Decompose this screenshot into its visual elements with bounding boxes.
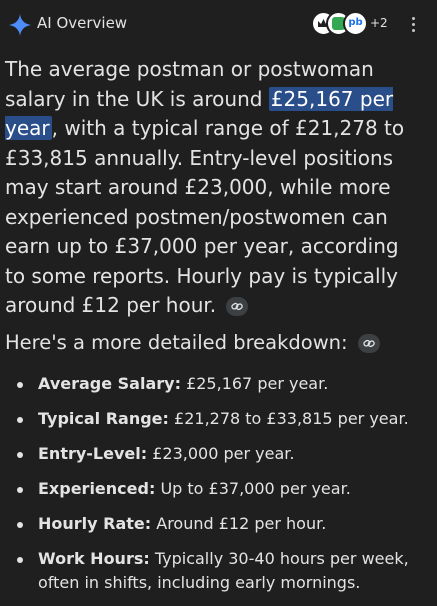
list-item-value: £21,278 to £33,815 per year. (168, 409, 409, 428)
ai-overview-title: AI Overview (37, 14, 128, 32)
summary-paragraph: The average postman or postwoman salary … (5, 55, 425, 321)
ai-overview-header: AI Overview pb +2 (0, 0, 437, 48)
summary-text-after: , with a typical range of £21,278 to £33… (5, 116, 405, 317)
list-item-label: Work Hours: (38, 549, 150, 568)
more-sources-count[interactable]: +2 (370, 16, 388, 30)
list-item: Average Salary: £25,167 per year. (0, 372, 437, 396)
source-avatar-3[interactable]: pb (343, 11, 368, 36)
list-item: Typical Range: £21,278 to £33,815 per ye… (0, 407, 437, 431)
sparkle-icon (9, 14, 31, 36)
breakdown-list: Average Salary: £25,167 per year. Typica… (0, 372, 437, 606)
list-item-label: Experienced: (38, 479, 156, 498)
list-item-label: Typical Range: (38, 409, 169, 428)
list-item-value: Around £12 per hour. (151, 514, 327, 533)
list-item: Work Hours: Typically 30-40 hours per we… (0, 547, 437, 595)
summary-link-button[interactable] (226, 297, 249, 316)
more-vert-icon[interactable] (406, 14, 420, 36)
list-item-value: Up to £37,000 per year. (155, 479, 351, 498)
list-item-label: Entry-Level: (38, 444, 148, 463)
breakdown-heading: Here's a more detailed breakdown: (5, 331, 348, 354)
source-avatar-3-label: pb (348, 17, 363, 28)
list-item-label: Hourly Rate: (38, 514, 152, 533)
link-icon (363, 339, 375, 348)
list-item-value: £25,167 per year. (180, 374, 329, 393)
breakdown-heading-row: Here's a more detailed breakdown: (5, 331, 380, 354)
link-icon (231, 302, 244, 311)
list-item-value: £23,000 per year. (147, 444, 295, 463)
list-item: Experienced: Up to £37,000 per year. (0, 477, 437, 501)
list-item: Entry-Level: £23,000 per year. (0, 442, 437, 466)
list-item: Hourly Rate: Around £12 per hour. (0, 512, 437, 536)
breakdown-link-button[interactable] (357, 334, 380, 353)
list-item-label: Average Salary: (38, 374, 181, 393)
